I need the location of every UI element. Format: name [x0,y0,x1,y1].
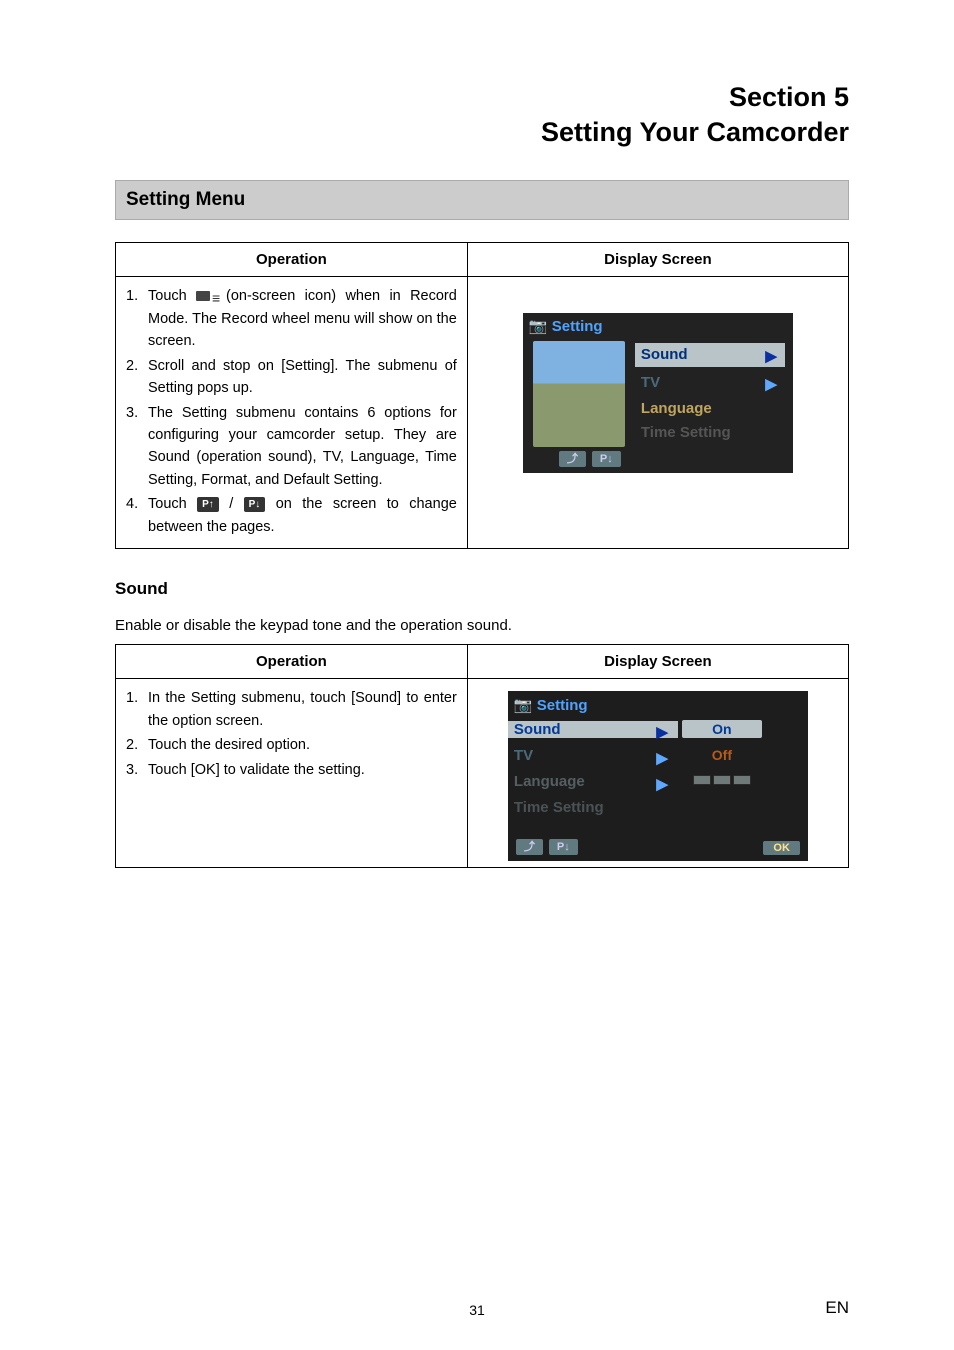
ok-button[interactable]: OK [763,841,800,855]
option-row-language[interactable]: Language▶ [508,768,808,794]
flag-icon [693,775,711,785]
chevron-right-icon: ▶ [656,723,668,741]
menu-item-time-setting[interactable]: Time Setting [635,421,785,445]
option-value-off[interactable]: Off [682,746,762,764]
screen-title: 📷 Setting [508,691,808,716]
chevron-right-icon: ▶ [656,749,668,767]
menu-icon [196,289,226,303]
step-number: 1. [126,687,148,732]
step-text: The Setting submenu contains 6 options f… [148,402,457,492]
chevron-right-icon: ▶ [765,345,777,369]
operation-list: 1. In the Setting submenu, touch [Sound]… [116,679,467,791]
display-cell: 📷 Setting Sound▶ On TV▶ Off Language▶ [467,679,848,868]
step-text: Touch (on-screen icon) when in Record Mo… [148,285,457,352]
th-operation: Operation [116,243,468,277]
step-number: 1. [126,285,148,352]
screen-footer: P↓ [559,451,621,467]
step-number: 2. [126,355,148,400]
sound-description: Enable or disable the keypad tone and th… [115,617,849,634]
operation-cell: 1. In the Setting submenu, touch [Sound]… [116,679,468,868]
flag-icon [733,775,751,785]
chevron-right-icon: ▶ [765,373,777,397]
thumbnail-preview [533,341,625,447]
page-down-button[interactable]: P↓ [549,839,578,855]
screen-title: 📷 Setting [523,313,793,339]
display-cell: 📷 Setting Sound▶ TV▶ Language Time Setti… [467,277,848,549]
menu-item-sound[interactable]: Sound▶ [635,343,785,367]
table-setting-menu: Operation Display Screen 1. Touch (on-sc… [115,242,849,549]
step-number: 4. [126,493,148,538]
flag-icon [713,775,731,785]
step-number: 3. [126,402,148,492]
list-item: 2. Touch the desired option. [126,734,457,756]
chevron-right-icon: ▶ [656,775,668,793]
table-sound: Operation Display Screen 1. In the Setti… [115,644,849,868]
operation-cell: 1. Touch (on-screen icon) when in Record… [116,277,468,549]
sound-heading: Sound [115,579,849,599]
option-row-sound[interactable]: Sound▶ On [508,716,808,742]
operation-list: 1. Touch (on-screen icon) when in Record… [116,277,467,548]
list-item: 4. Touch P↑ / P↓ on the screen to change… [126,493,457,538]
page: Section 5 Setting Your Camcorder Setting… [0,0,954,1350]
display-screen-setting: 📷 Setting Sound▶ TV▶ Language Time Setti… [523,313,793,473]
back-button[interactable] [516,839,543,855]
display-screen-sound: 📷 Setting Sound▶ On TV▶ Off Language▶ [508,691,808,861]
th-display: Display Screen [467,243,848,277]
step-text: Touch [OK] to validate the setting. [148,759,457,781]
title-line: Setting Your Camcorder [541,117,849,147]
step-text: Touch the desired option. [148,734,457,756]
th-operation: Operation [116,645,468,679]
step-number: 3. [126,759,148,781]
menu-item-language[interactable]: Language [635,397,785,421]
section-line: Section 5 [729,82,849,112]
page-up-icon: P↑ [197,497,219,512]
page-down-icon: P↓ [244,497,266,512]
language-flags [682,774,762,789]
section-title: Section 5 Setting Your Camcorder [115,80,849,150]
option-row-time-setting[interactable]: Time Setting [508,794,808,820]
menu-item-tv[interactable]: TV▶ [635,371,785,395]
option-row-tv[interactable]: TV▶ Off [508,742,808,768]
language-mark: EN [825,1298,849,1318]
step-text: Touch P↑ / P↓ on the screen to change be… [148,493,457,538]
screen-footer-right: OK [763,838,800,855]
screen-footer-left: P↓ [516,839,578,855]
setting-menu-bar: Setting Menu [115,180,849,220]
list-item: 2. Scroll and stop on [Setting]. The sub… [126,355,457,400]
step-text: In the Setting submenu, touch [Sound] to… [148,687,457,732]
th-display: Display Screen [467,645,848,679]
step-text: Scroll and stop on [Setting]. The submen… [148,355,457,400]
page-number: 31 [0,1302,954,1318]
back-button[interactable] [559,451,586,467]
step-number: 2. [126,734,148,756]
page-down-button[interactable]: P↓ [592,451,621,467]
list-item: 1. In the Setting submenu, touch [Sound]… [126,687,457,732]
list-item: 3. Touch [OK] to validate the setting. [126,759,457,781]
option-value-on[interactable]: On [682,720,762,738]
list-item: 3. The Setting submenu contains 6 option… [126,402,457,492]
list-item: 1. Touch (on-screen icon) when in Record… [126,285,457,352]
